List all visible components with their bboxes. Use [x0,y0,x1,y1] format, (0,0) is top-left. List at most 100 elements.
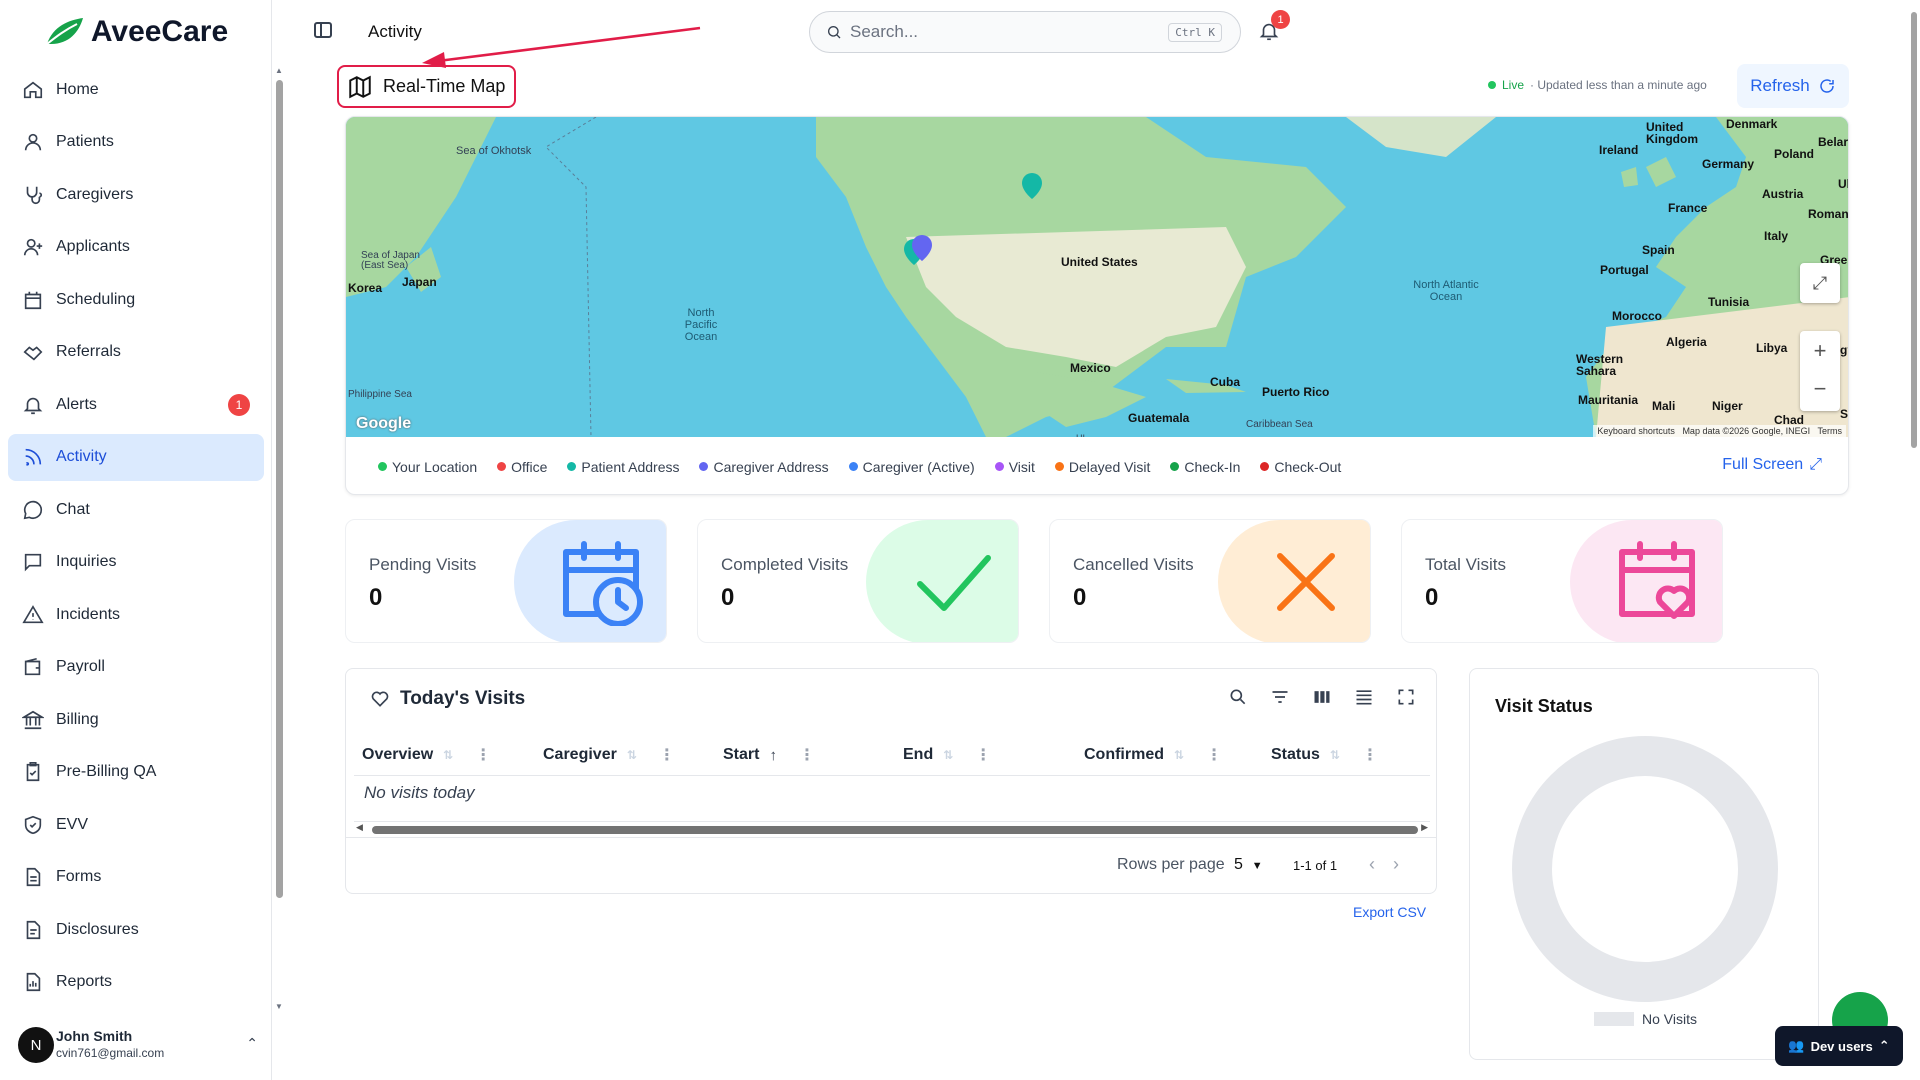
columns-icon[interactable] [1312,687,1332,707]
export-csv-button[interactable]: Export CSV [1353,904,1426,920]
file-text-icon [26,867,41,887]
zoom-in-button[interactable]: + [1814,331,1827,371]
user-menu[interactable]: N John Smith cvin761@gmail.com ⌃ [18,1020,272,1070]
scroll-left-icon[interactable]: ◀ [356,822,363,833]
column-menu-icon[interactable]: ⋮ [799,745,815,765]
sidebar-scroll-thumb[interactable] [276,80,283,898]
sidebar-item-payroll[interactable]: Payroll [8,644,264,691]
zoom-out-button[interactable]: − [1814,371,1827,411]
scroll-thumb[interactable] [372,826,1418,834]
prev-page-button[interactable]: ‹ [1369,854,1393,874]
sidebar-item-pre-billing-qa[interactable]: Pre-Billing QA [8,749,264,796]
sidebar-item-home[interactable]: Home [8,66,264,113]
map-label: Ukr [1838,177,1848,191]
sidebar-item-label: Scheduling [56,290,136,308]
terms-link[interactable]: Terms [1818,426,1843,436]
user-plus-icon [23,238,43,256]
page-scrollbar[interactable] [1908,0,1920,1080]
map-label: Sud [1840,407,1849,421]
stethoscope-icon [26,186,43,204]
search-icon[interactable] [1228,687,1248,707]
sort-icon[interactable]: ⇅ [627,748,637,762]
keyboard-shortcuts-link[interactable]: Keyboard shortcuts [1597,426,1675,436]
legend-dot-icon [1260,462,1270,471]
pagination: Rows per page 5 ▼ 1-1 of 1 ‹› [346,837,1436,893]
map-label: Germany [1702,157,1755,171]
sidebar-item-inquiries[interactable]: Inquiries [8,539,264,586]
search-input[interactable]: Search... Ctrl K [809,11,1241,53]
sidebar-toggle-icon[interactable] [314,22,332,38]
page-scroll-thumb[interactable] [1911,12,1917,448]
visit-status-title: Visit Status [1495,696,1593,716]
sort-icon[interactable]: ⇅ [943,748,953,762]
map-label: United Kingdom [1646,120,1698,146]
sidebar-item-activity[interactable]: Activity [8,433,264,481]
legend-item: Visit [994,459,1035,475]
clipboard-check-icon [26,762,40,782]
table-horizontal-scrollbar[interactable]: ◀ ▶ [354,821,1430,834]
scroll-down-icon[interactable]: ▼ [274,1002,284,1012]
column-header-caregiver[interactable]: Caregiver ⇅ ⋮ [543,745,675,765]
column-header-confirmed[interactable]: Confirmed ⇅ ⋮ [1084,745,1222,765]
next-page-button[interactable]: › [1393,854,1417,874]
sidebar-item-referrals[interactable]: Referrals [8,329,264,376]
shield-check-icon [24,815,42,834]
sidebar-item-evv[interactable]: EVV [8,801,264,848]
sort-icon[interactable]: ⇅ [1330,748,1340,762]
scroll-right-icon[interactable]: ▶ [1421,822,1428,833]
sidebar-item-caregivers[interactable]: Caregivers [8,171,264,218]
column-header-status[interactable]: Status ⇅ ⋮ [1271,745,1378,765]
scroll-up-icon[interactable]: ▲ [274,66,284,76]
map-label: Sea of Okhotsk [456,145,532,157]
legend-label: Office [511,458,548,475]
sidebar-scrollbar[interactable]: ▲ ▼ [274,66,284,1012]
legend-label: Check-Out [1274,458,1342,475]
rows-per-page-select[interactable]: 5 ▼ [1234,856,1263,874]
legend-item: Delayed Visit [1054,459,1150,475]
column-menu-icon[interactable]: ⋮ [1362,745,1378,765]
column-menu-icon[interactable]: ⋮ [975,745,991,765]
map-label: Mali [1652,399,1676,413]
live-status: Live · Updated less than a minute ago [1488,78,1707,92]
full-screen-button[interactable]: Full Screen ⤢ [1722,456,1822,474]
map-view[interactable]: Sea of Okhotsk Sea of Japan (East Sea) K… [346,117,1849,437]
sidebar-item-alerts[interactable]: Alerts 1 [8,381,264,428]
sidebar-item-billing[interactable]: Billing [8,696,264,743]
filter-icon[interactable] [1270,687,1290,707]
map-label: Poland [1774,147,1815,161]
sort-asc-icon[interactable]: ↑ [769,747,777,764]
visit-status-card: Visit Status No Visits [1469,668,1819,1060]
refresh-button[interactable]: Refresh [1737,64,1849,108]
sidebar-item-scheduling[interactable]: Scheduling [8,276,264,323]
map-label: Guatemala [1128,411,1190,425]
legend-item: Office [497,459,547,475]
sort-icon[interactable]: ⇅ [1174,748,1184,762]
user-name: John Smith [56,1028,133,1044]
sidebar-item-disclosures[interactable]: Disclosures [8,906,264,953]
column-menu-icon[interactable]: ⋮ [659,745,675,765]
column-header-end[interactable]: End ⇅ ⋮ [903,745,991,765]
app-logo[interactable]: AveeCare [0,0,271,64]
sidebar-item-forms[interactable]: Forms [8,854,264,901]
sidebar-item-applicants[interactable]: Applicants [8,224,264,271]
density-icon[interactable] [1354,687,1374,707]
column-menu-icon[interactable]: ⋮ [475,745,491,765]
fullscreen-toggle-icon[interactable]: ⤢ [1800,263,1840,303]
dev-users-button[interactable]: 👥 Dev users ⌃ [1775,1026,1903,1066]
sort-icon[interactable]: ⇅ [443,748,453,762]
column-header-overview[interactable]: Overview ⇅ ⋮ [362,745,491,765]
legend-label: Patient Address [581,458,680,475]
map-card: Sea of Okhotsk Sea of Japan (East Sea) K… [345,116,1849,495]
fullscreen-icon[interactable] [1396,687,1416,707]
sidebar-item-reports[interactable]: Reports [8,959,264,1006]
column-header-start[interactable]: Start ↑ ⋮ [723,745,815,765]
sidebar-item-patients[interactable]: Patients [8,119,264,166]
sidebar-item-incidents[interactable]: Incidents [8,591,264,638]
map-label: Ireland [1599,143,1639,157]
leaf-logo-icon [46,18,83,45]
sidebar-item-chat[interactable]: Chat [8,486,264,533]
column-menu-icon[interactable]: ⋮ [1206,745,1222,765]
chevron-down-icon: ▼ [1251,860,1263,872]
map-label: Puerto Rico [1262,385,1330,399]
dev-users-label: Dev users [1810,1038,1873,1054]
